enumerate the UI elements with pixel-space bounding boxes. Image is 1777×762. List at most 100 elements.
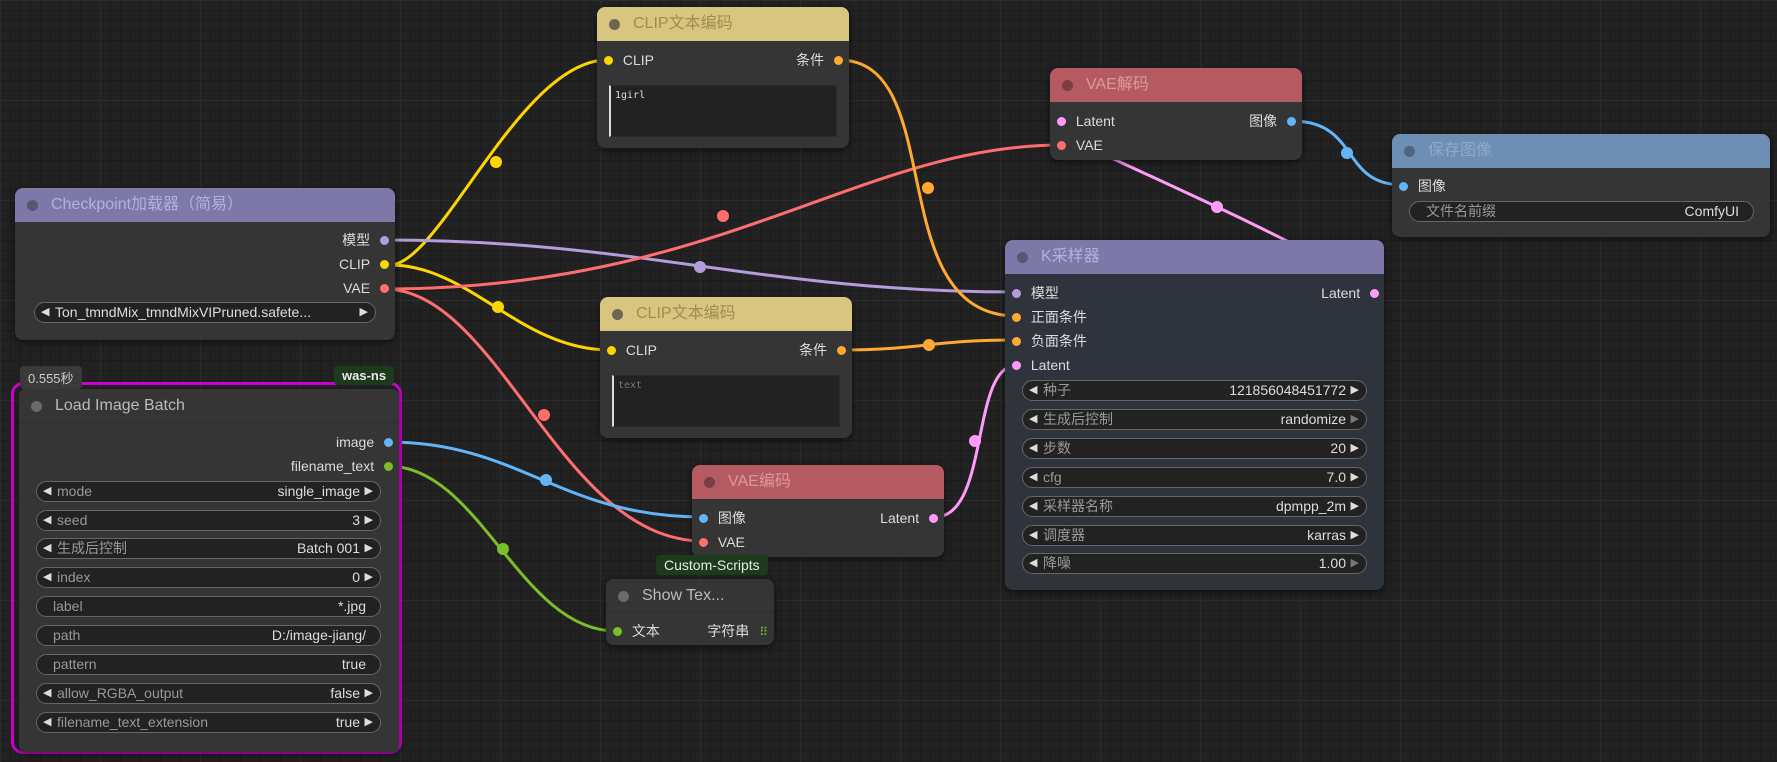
collapse-dot-icon[interactable] (31, 401, 42, 412)
arrow-right-icon[interactable]: ▶ (1351, 381, 1359, 400)
arrow-right-icon[interactable]: ▶ (360, 303, 368, 322)
ckpt-name-combo[interactable]: ◀ Ton_tmndMix_tmndMixVIPruned.safete... … (34, 302, 376, 323)
slot-dot-icon[interactable] (837, 345, 846, 355)
slot-dot-icon[interactable] (384, 437, 393, 447)
arrow-left-icon[interactable]: ◀ (43, 511, 51, 530)
arrow-left-icon[interactable]: ◀ (1029, 526, 1037, 545)
input-slot-positive[interactable]: 正面条件 (1012, 309, 1087, 325)
arrow-left-icon[interactable]: ◀ (43, 539, 51, 558)
arrow-left-icon[interactable]: ◀ (1029, 439, 1037, 458)
vae-encode-node[interactable]: VAE编码 图像 VAE Latent (692, 465, 944, 557)
arrow-right-icon[interactable]: ▶ (1351, 554, 1359, 573)
collapse-dot-icon[interactable] (1062, 80, 1073, 91)
node-title-bar[interactable]: Load Image Batch (19, 389, 399, 423)
input-slot-vae[interactable]: VAE (1057, 137, 1103, 153)
prompt-textarea[interactable]: 1girl (609, 85, 837, 137)
allow-rgba-output-widget[interactable]: ◀ allow_RGBA_output false ▶ (36, 683, 381, 704)
arrow-left-icon[interactable]: ◀ (41, 303, 49, 322)
slot-dot-icon[interactable] (1057, 140, 1066, 150)
index-widget[interactable]: ◀ index 0 ▶ (36, 567, 381, 588)
arrow-left-icon[interactable]: ◀ (43, 568, 51, 587)
slot-dot-icon[interactable] (1399, 181, 1408, 191)
node-title-bar[interactable]: Checkpoint加载器（简易） (15, 188, 395, 222)
node-title-bar[interactable]: CLIP文本编码 (597, 7, 849, 41)
save-image-node[interactable]: 保存图像 图像 文件名前缀 ComfyUI (1392, 134, 1770, 237)
slot-dot-icon[interactable] (384, 461, 393, 471)
slot-dot-icon[interactable] (604, 55, 613, 65)
clip-text-encode-node-1[interactable]: CLIP文本编码 CLIP 条件 1girl (597, 7, 849, 148)
collapse-dot-icon[interactable] (618, 591, 629, 602)
scheduler-widget[interactable]: ◀ 调度器 karras ▶ (1022, 525, 1367, 546)
arrow-right-icon[interactable]: ▶ (365, 539, 373, 558)
arrow-right-icon[interactable]: ▶ (1351, 439, 1359, 458)
arrow-left-icon[interactable]: ◀ (43, 482, 51, 501)
sampler-name-widget[interactable]: ◀ 采样器名称 dpmpp_2m ▶ (1022, 496, 1367, 517)
clip-text-encode-node-2[interactable]: CLIP文本编码 CLIP 条件 text (600, 297, 852, 438)
output-slot-vae[interactable]: VAE (343, 280, 389, 296)
pattern-field[interactable]: pattern true (36, 654, 381, 675)
arrow-right-icon[interactable]: ▶ (365, 684, 373, 703)
checkpoint-loader-node[interactable]: Checkpoint加载器（简易） 模型 CLIP VAE ◀ Ton_tmnd… (15, 188, 395, 340)
cfg-widget[interactable]: ◀ cfg 7.0 ▶ (1022, 467, 1367, 488)
node-title-bar[interactable]: K采样器 (1005, 240, 1384, 274)
arrow-left-icon[interactable]: ◀ (1029, 468, 1037, 487)
arrow-right-icon[interactable]: ▶ (1351, 468, 1359, 487)
node-title-bar[interactable]: VAE解码 (1050, 68, 1302, 102)
arrow-right-icon[interactable]: ▶ (365, 713, 373, 732)
slot-dot-icon[interactable] (613, 626, 622, 636)
output-slot-latent[interactable]: Latent (1321, 285, 1379, 301)
seed-widget[interactable]: ◀ seed 3 ▶ (36, 510, 381, 531)
slot-dot-icon[interactable] (380, 235, 389, 245)
arrow-right-icon[interactable]: ▶ (1351, 410, 1359, 429)
input-slot-image[interactable]: 图像 (1399, 178, 1446, 194)
node-title-bar[interactable]: Show Tex... (606, 579, 774, 613)
slot-dot-icon[interactable] (834, 55, 843, 65)
output-slot-image[interactable]: image (336, 434, 393, 450)
show-text-node[interactable]: Show Tex... 文本 字符串 ⠿ (606, 579, 774, 645)
input-slot-negative[interactable]: 负面条件 (1012, 333, 1087, 349)
arrow-left-icon[interactable]: ◀ (43, 684, 51, 703)
arrow-right-icon[interactable]: ▶ (365, 568, 373, 587)
collapse-dot-icon[interactable] (1404, 146, 1415, 157)
slot-dot-icon[interactable] (699, 537, 708, 547)
slot-dot-icon[interactable] (1012, 312, 1021, 322)
arrow-right-icon[interactable]: ▶ (365, 482, 373, 501)
slot-dot-icon[interactable] (1370, 288, 1379, 298)
path-field[interactable]: path D:/image-jiang/ (36, 625, 381, 646)
collapse-dot-icon[interactable] (612, 309, 623, 320)
prompt-textarea[interactable]: text (612, 375, 840, 427)
input-slot-model[interactable]: 模型 (1012, 285, 1059, 301)
slot-dot-icon[interactable] (699, 513, 708, 523)
label-field[interactable]: label *.jpg (36, 596, 381, 617)
slot-dot-icon[interactable] (607, 345, 616, 355)
slot-dot-icon[interactable] (1012, 360, 1021, 370)
slot-dot-icon[interactable] (380, 259, 389, 269)
slot-dot-icon[interactable] (1012, 336, 1021, 346)
input-slot-clip[interactable]: CLIP (607, 342, 657, 358)
denoise-widget[interactable]: ◀ 降噪 1.00 ▶ (1022, 553, 1367, 574)
output-slot-image[interactable]: 图像 (1249, 113, 1296, 129)
output-slot-string[interactable]: 字符串 ⠿ (707, 623, 768, 640)
input-slot-latent[interactable]: Latent (1057, 113, 1115, 129)
arrow-right-icon[interactable]: ▶ (365, 511, 373, 530)
ksampler-node[interactable]: K采样器 模型 正面条件 负面条件 Latent Latent ◀ 种子 121… (1005, 240, 1384, 590)
arrow-left-icon[interactable]: ◀ (1029, 381, 1037, 400)
collapse-dot-icon[interactable] (609, 19, 620, 30)
arrow-right-icon[interactable]: ▶ (1351, 526, 1359, 545)
arrow-left-icon[interactable]: ◀ (1029, 554, 1037, 573)
input-slot-image[interactable]: 图像 (699, 510, 746, 526)
node-title-bar[interactable]: VAE编码 (692, 465, 944, 499)
mode-widget[interactable]: ◀ mode single_image ▶ (36, 481, 381, 502)
slot-dot-icon[interactable] (1012, 288, 1021, 298)
load-image-batch-node[interactable]: Load Image Batch image filename_text ◀ m… (19, 389, 399, 752)
control-after-generate-widget[interactable]: ◀ 生成后控制 Batch 001 ▶ (36, 538, 381, 559)
slot-dot-icon[interactable] (929, 513, 938, 523)
output-slot-filename-text[interactable]: filename_text (291, 458, 393, 474)
arrow-left-icon[interactable]: ◀ (43, 713, 51, 732)
input-slot-vae[interactable]: VAE (699, 534, 745, 550)
output-slot-latent[interactable]: Latent (880, 510, 938, 526)
collapse-dot-icon[interactable] (1017, 252, 1028, 263)
slot-dot-icon[interactable] (1287, 116, 1296, 126)
output-slot-clip[interactable]: CLIP (339, 256, 389, 272)
node-title-bar[interactable]: 保存图像 (1392, 134, 1770, 168)
